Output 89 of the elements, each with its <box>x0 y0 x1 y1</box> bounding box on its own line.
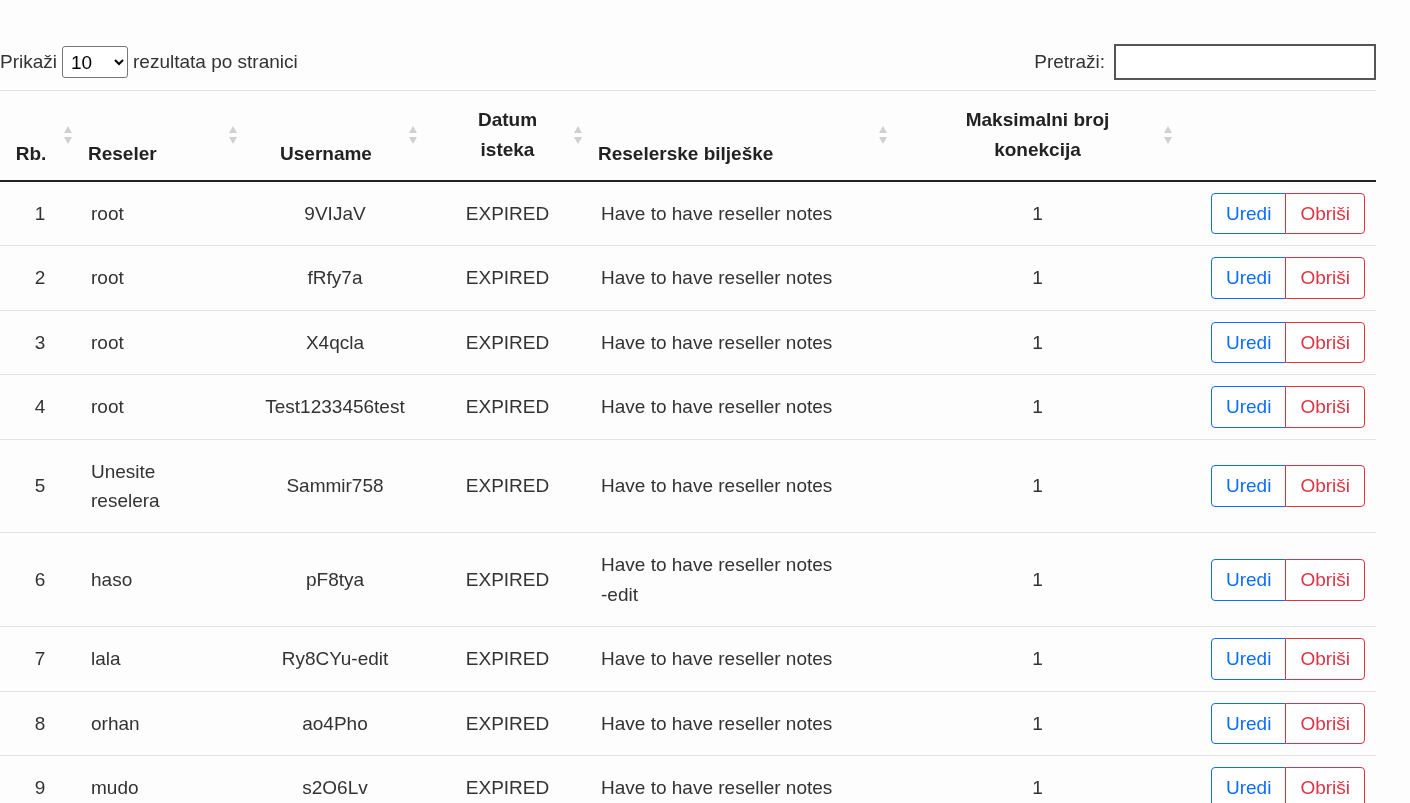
edit-button[interactable]: Uredi <box>1210 638 1287 680</box>
column-header[interactable]: Rb. <box>15 139 47 170</box>
row-number: 7 <box>34 648 46 670</box>
expiry-cell: EXPIRED <box>465 777 550 799</box>
expiry-cell: EXPIRED <box>465 569 550 591</box>
username-cell: Ry8CYu-edit <box>281 648 389 670</box>
username-cell: 9VIJaV <box>304 202 366 224</box>
reseller-cell: orhan <box>91 712 140 734</box>
length-label: Prikaži <box>0 49 57 74</box>
connections-cell: 1 <box>1032 569 1043 591</box>
sort-icon[interactable] <box>64 126 72 145</box>
notes-cell: Have to have reseller notes <box>601 202 833 224</box>
notes-cell: Have to have reseller notes <box>601 267 833 289</box>
sort-icon[interactable] <box>879 126 887 145</box>
column-header[interactable]: Reselerske bilješke <box>598 139 774 170</box>
expiry-cell: EXPIRED <box>465 648 550 670</box>
reseller-cell: root <box>91 202 124 224</box>
delete-button[interactable]: Obriši <box>1285 559 1365 601</box>
row-number: 2 <box>34 267 46 289</box>
expiry-cell: EXPIRED <box>465 331 550 353</box>
expiry-cell: EXPIRED <box>465 712 550 734</box>
notes-cell: Have to have reseller notes <box>601 331 833 353</box>
reseller-cell: Unesite reselera <box>91 460 160 511</box>
edit-button[interactable]: Uredi <box>1210 386 1287 428</box>
delete-button[interactable]: Obriši <box>1285 638 1365 680</box>
edit-button[interactable]: Uredi <box>1210 767 1287 803</box>
edit-button[interactable]: Uredi <box>1210 321 1287 364</box>
connections-cell: 1 <box>1032 777 1043 799</box>
row-number: 6 <box>34 569 46 591</box>
sort-icon[interactable] <box>229 126 237 145</box>
delete-button[interactable]: Obriši <box>1285 321 1365 364</box>
delete-button[interactable]: Obriši <box>1285 192 1365 235</box>
connections-cell: 1 <box>1032 396 1043 418</box>
edit-button[interactable]: Uredi <box>1210 257 1287 299</box>
page-size-select[interactable]: 10 <box>62 46 128 78</box>
connections-cell: 1 <box>1032 648 1043 670</box>
notes-cell: Have to have reseller notes <box>601 712 833 734</box>
delete-button[interactable]: Obriši <box>1285 702 1365 745</box>
delete-button[interactable]: Obriši <box>1285 386 1365 428</box>
row-number: 9 <box>34 777 46 799</box>
sort-icon[interactable] <box>1164 126 1172 145</box>
delete-button[interactable]: Obriši <box>1285 257 1365 299</box>
edit-button[interactable]: Uredi <box>1210 192 1287 235</box>
username-cell: Sammir758 <box>286 475 384 497</box>
username-cell: Test1233456test <box>265 396 405 418</box>
connections-cell: 1 <box>1032 475 1043 497</box>
notes-cell: Have to have reseller notes -edit <box>601 554 833 605</box>
reseller-cell: lala <box>91 648 121 670</box>
column-header[interactable]: Maksimalni broj konekcija <box>945 105 1130 166</box>
sort-icon[interactable] <box>574 126 582 145</box>
notes-cell: Have to have reseller notes <box>601 648 833 670</box>
connections-cell: 1 <box>1032 267 1043 289</box>
column-header[interactable]: Datum isteka <box>451 105 564 166</box>
edit-button[interactable]: Uredi <box>1210 559 1287 601</box>
row-number: 8 <box>34 712 46 734</box>
expiry-cell: EXPIRED <box>465 396 550 418</box>
search-field[interactable] <box>1114 44 1376 80</box>
row-number: 3 <box>34 331 46 353</box>
expiry-cell: EXPIRED <box>465 202 550 224</box>
search-label: Pretraži: <box>1034 49 1105 74</box>
edit-button[interactable]: Uredi <box>1210 465 1287 507</box>
row-number: 1 <box>34 202 46 224</box>
reseller-cell: mudo <box>91 777 139 799</box>
row-number: 4 <box>34 396 46 418</box>
expiry-cell: EXPIRED <box>465 475 550 497</box>
length-label: rezultata po stranici <box>133 49 298 74</box>
username-cell: s2O6Lv <box>302 777 368 799</box>
notes-cell: Have to have reseller notes <box>601 396 833 418</box>
delete-button[interactable]: Obriši <box>1285 767 1365 803</box>
sort-icon[interactable] <box>409 126 417 145</box>
expiry-cell: EXPIRED <box>465 267 550 289</box>
reseller-cell: root <box>91 267 124 289</box>
row-number: 5 <box>34 475 46 497</box>
notes-cell: Have to have reseller notes <box>601 777 833 799</box>
connections-cell: 1 <box>1032 331 1043 353</box>
connections-cell: 1 <box>1032 202 1043 224</box>
edit-button[interactable]: Uredi <box>1210 702 1287 745</box>
notes-cell: Have to have reseller notes <box>601 475 833 497</box>
column-header[interactable]: Username <box>280 139 372 170</box>
reseller-cell: haso <box>91 569 133 591</box>
username-cell: pF8tya <box>305 569 365 591</box>
reseller-cell: root <box>91 331 124 353</box>
column-header[interactable]: Reseler <box>88 139 157 170</box>
reseller-cell: root <box>91 396 124 418</box>
username-cell: fRfy7a <box>307 267 363 289</box>
connections-cell: 1 <box>1032 712 1043 734</box>
username-cell: X4qcla <box>305 331 365 353</box>
delete-button[interactable]: Obriši <box>1285 465 1365 507</box>
username-cell: ao4Pho <box>302 712 368 734</box>
